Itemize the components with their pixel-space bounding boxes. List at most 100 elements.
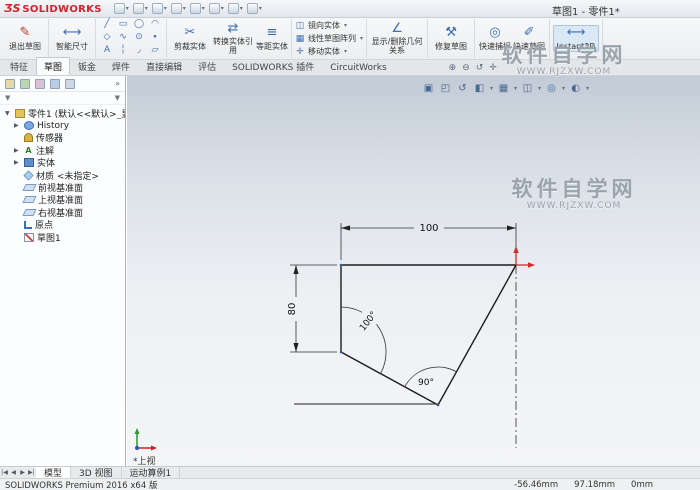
exit-sketch-button[interactable]: ✎ 退出草图 bbox=[5, 26, 45, 52]
smart-dimension-button[interactable]: ⟷ 智能尺寸 bbox=[52, 26, 92, 52]
expand-icon[interactable]: ▶ bbox=[14, 147, 21, 154]
dimension-80-label[interactable]: 80 bbox=[287, 303, 298, 316]
display-relations-button[interactable]: ∠ 显示/删除几何关系 bbox=[370, 21, 424, 56]
tree-item-material[interactable]: 材质 <未指定> bbox=[0, 169, 125, 181]
history-folder-icon bbox=[24, 121, 34, 131]
tree-filter-row: ▼ ▼ bbox=[0, 92, 125, 105]
offset-entities-button[interactable]: ≡ 等距实体 bbox=[256, 26, 288, 52]
tab-features[interactable]: 特征 bbox=[2, 57, 36, 75]
command-tab-bar: 特征 草图 钣金 焊件 直接编辑 评估 SOLIDWORKS 插件 Circui… bbox=[0, 57, 700, 76]
save-icon[interactable] bbox=[151, 3, 163, 14]
chevron-down-icon[interactable]: ▾ bbox=[344, 48, 347, 55]
filter-funnel-icon[interactable]: ▼ bbox=[5, 94, 10, 102]
graphics-viewport[interactable]: ▣ ◰ ↺ ◧ ▾ ▦ ▾ ◫ ▾ ◎ ▾ ◐ ▾ 软件自学网 WWW.RJZXW.COM bbox=[127, 76, 700, 467]
zoom-out-icon[interactable]: ⊖ bbox=[462, 63, 470, 73]
chevron-down-icon[interactable]: ▾ bbox=[164, 5, 167, 12]
sketch-origin-marker[interactable] bbox=[513, 246, 535, 268]
tab-sketch[interactable]: 草图 bbox=[36, 57, 71, 75]
sketch-lower-right-edge[interactable] bbox=[437, 264, 517, 406]
sketch-circle-icon[interactable]: ◯ bbox=[134, 19, 144, 32]
property-manager-tab-icon[interactable] bbox=[20, 78, 30, 89]
tree-item-top-plane[interactable]: 上视基准面 bbox=[0, 194, 125, 206]
rapid-sketch-button[interactable]: ✐ 快速草图 bbox=[512, 26, 546, 52]
trim-entities-button[interactable]: ✂ 剪裁实体 bbox=[170, 26, 210, 52]
move-entities-button[interactable]: ✛ 移动实体 ▾ bbox=[295, 46, 363, 57]
tab-addins[interactable]: SOLIDWORKS 插件 bbox=[224, 57, 322, 75]
tree-item-front-plane[interactable]: 前视基准面 bbox=[0, 181, 125, 194]
open-file-icon[interactable] bbox=[132, 3, 144, 14]
tab-direct-editing[interactable]: 直接编辑 bbox=[138, 57, 190, 75]
tab-3d-views[interactable]: 3D 视图 bbox=[71, 467, 122, 479]
sketch-arc-icon[interactable]: ◠ bbox=[151, 19, 159, 32]
tree-item-solid-bodies[interactable]: ▶ 实体 bbox=[0, 157, 125, 169]
dimension-100-label[interactable]: 100 bbox=[419, 223, 438, 234]
expand-icon[interactable]: ▼ bbox=[5, 110, 12, 117]
new-file-icon[interactable] bbox=[113, 3, 125, 14]
dimxpert-manager-tab-icon[interactable] bbox=[50, 78, 60, 89]
sketch-line-icon[interactable]: ╱ bbox=[104, 19, 109, 32]
panel-overflow-icon[interactable]: » bbox=[115, 79, 120, 88]
tab-circuitworks[interactable]: CircuitWorks bbox=[322, 60, 394, 75]
tree-item-annotations[interactable]: ▶ A 注解 bbox=[0, 144, 125, 157]
select-icon[interactable] bbox=[208, 3, 220, 14]
repair-sketch-button[interactable]: ⚒ 修复草图 bbox=[431, 26, 471, 52]
chevron-down-icon[interactable]: ▾ bbox=[221, 5, 224, 12]
chevron-down-icon[interactable]: ▾ bbox=[360, 35, 363, 42]
prev-tab-icon[interactable]: ◀ bbox=[9, 467, 18, 478]
chevron-down-icon[interactable]: ▾ bbox=[126, 5, 129, 12]
rotate-view-icon[interactable]: ↺ bbox=[476, 63, 484, 73]
repair-sketch-icon: ⚒ bbox=[445, 25, 457, 41]
zoom-in-icon[interactable]: ⊕ bbox=[449, 63, 457, 73]
expand-icon[interactable]: ▶ bbox=[14, 122, 21, 129]
tree-item-origin[interactable]: 原点 bbox=[0, 219, 125, 231]
options-gear-icon[interactable] bbox=[246, 3, 258, 14]
annotations-icon: A bbox=[25, 145, 32, 155]
first-tab-icon[interactable]: |◀ bbox=[0, 467, 9, 478]
tab-weldments[interactable]: 焊件 bbox=[104, 57, 138, 75]
linear-pattern-button[interactable]: ▦ 线性草图阵列 ▾ bbox=[295, 33, 363, 44]
tree-item-sensors[interactable]: 传感器 bbox=[0, 132, 125, 144]
sketch-spline-icon[interactable]: ∿ bbox=[119, 32, 127, 45]
status-bar: SOLIDWORKS Premium 2016 x64 版 -56.46mm 9… bbox=[0, 478, 700, 490]
configuration-manager-tab-icon[interactable] bbox=[35, 78, 45, 89]
group-instant2d: ⟷ Instant2D bbox=[550, 19, 604, 58]
next-tab-icon[interactable]: ▶ bbox=[18, 467, 27, 478]
sketch-rectangle-icon[interactable]: ▭ bbox=[119, 19, 128, 32]
angle-90-label[interactable]: 90° bbox=[418, 378, 434, 388]
chevron-down-icon[interactable]: ▾ bbox=[344, 22, 347, 29]
tree-root[interactable]: ▼ 零件1 (默认<<默认>_显示状态 bbox=[0, 107, 125, 119]
tree-item-history[interactable]: ▶ History bbox=[0, 119, 125, 131]
chevron-down-icon[interactable]: ▾ bbox=[183, 5, 186, 12]
sketch-canvas[interactable]: 100 80 100° 90° bbox=[127, 76, 700, 466]
undo-icon[interactable] bbox=[189, 3, 201, 14]
chevron-down-icon[interactable]: ▾ bbox=[259, 5, 262, 12]
chevron-down-icon[interactable]: ▾ bbox=[202, 5, 205, 12]
tab-sheet-metal[interactable]: 钣金 bbox=[70, 57, 104, 75]
quick-snaps-button[interactable]: ◎ 快速捕捉 bbox=[478, 26, 512, 52]
sketch-ellipse-icon[interactable]: ⊙ bbox=[135, 32, 143, 45]
featuremanager-tree-tab-icon[interactable] bbox=[5, 78, 15, 89]
tab-motion-study[interactable]: 运动算例1 bbox=[122, 467, 181, 479]
convert-entities-icon: ⇄ bbox=[227, 21, 239, 37]
chevron-down-icon[interactable]: ▾ bbox=[240, 5, 243, 12]
display-manager-tab-icon[interactable] bbox=[65, 78, 75, 89]
tree-item-sketch1[interactable]: 草图1 bbox=[0, 231, 125, 243]
tab-evaluate[interactable]: 评估 bbox=[190, 57, 224, 75]
rebuild-icon[interactable] bbox=[227, 3, 239, 14]
tab-model[interactable]: 模型 bbox=[36, 467, 72, 479]
last-tab-icon[interactable]: ▶| bbox=[27, 467, 36, 478]
expand-icon[interactable]: ▶ bbox=[14, 159, 21, 166]
tree-item-right-plane[interactable]: 右视基准面 bbox=[0, 206, 125, 219]
sketch-point-icon[interactable]: ∙ bbox=[152, 32, 158, 45]
pan-view-icon[interactable]: ✛ bbox=[489, 63, 497, 73]
tree-display-options-icon[interactable]: ▼ bbox=[115, 94, 120, 102]
angle-100-label[interactable]: 100° bbox=[358, 310, 379, 333]
relations-icon: ∠ bbox=[391, 21, 403, 37]
print-icon[interactable] bbox=[170, 3, 182, 14]
mirror-entities-button[interactable]: ◫ 镜向实体 ▾ bbox=[295, 20, 363, 31]
sketch-polygon-icon[interactable]: ◇ bbox=[104, 32, 111, 45]
plane-icon bbox=[22, 208, 37, 216]
instant2d-toggle[interactable]: ⟷ Instant2D bbox=[553, 24, 600, 53]
convert-entities-button[interactable]: ⇄ 转换实体引用 bbox=[210, 21, 256, 56]
chevron-down-icon[interactable]: ▾ bbox=[145, 5, 148, 12]
